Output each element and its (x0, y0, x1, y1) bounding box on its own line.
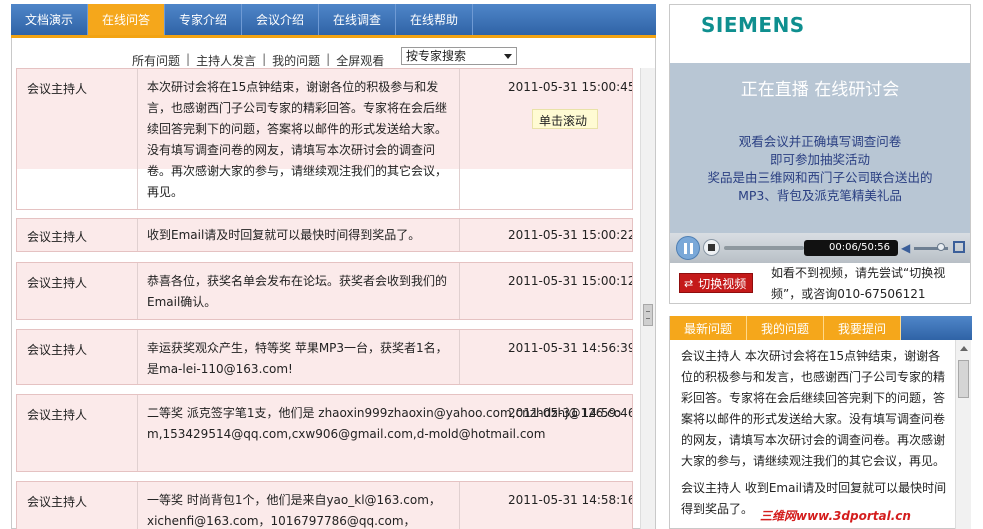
message-time: 2011-05-31 14:58:16 (508, 493, 633, 507)
tab-ask-question[interactable]: 我要提问 (824, 316, 901, 340)
message-text: 收到Email请及时回复就可以最快时间得到奖品了。 (147, 228, 421, 242)
message-row: 会议主持人 收到Email请及时回复就可以最快时间得到奖品了。 2011-05-… (16, 218, 633, 252)
fullscreen-icon[interactable] (953, 241, 965, 253)
tab-online-help[interactable]: 在线帮助 (396, 4, 473, 35)
question-tab-bar: 最新问题 我的问题 我要提问 (670, 316, 972, 340)
message-row: 会议主持人 幸运获奖观众产生，特等奖 苹果MP3一台，获奖者1名，是ma-lei… (16, 329, 633, 385)
message-text: 本次研讨会将在15点钟结束，谢谢各位的积极参与和发言，也感谢西门子公司专家的精彩… (147, 80, 448, 199)
filter-separator: | (262, 52, 267, 66)
live-title: 正在直播 在线研讨会 (740, 80, 900, 100)
message-time: 2011-05-31 14:59:46 (508, 406, 633, 420)
filter-my-questions[interactable]: 我的问题 (272, 52, 320, 69)
message-author: 会议主持人 (27, 230, 88, 244)
message-list: 会议主持人 本次研讨会将在15点钟结束，谢谢各位的积极参与和发言，也感谢西门子公… (12, 68, 640, 529)
message-text: 恭喜各位，获奖名单会发布在论坛。获奖者会收到我们的Email确认。 (147, 274, 448, 309)
latest-questions-panel: 最新问题 我的问题 我要提问 会议主持人 本次研讨会将在15点钟结束，谢谢各位的… (669, 316, 972, 529)
scrollbar-thumb[interactable] (643, 304, 653, 326)
tab-doc-demo[interactable]: 文档演示 (11, 4, 88, 35)
video-screen[interactable]: 正在直播 在线研讨会 观看会议并正确填写调查问卷 即可参加抽奖活动 奖品是由三维… (670, 63, 970, 233)
main-tab-bar: 文档演示 在线问答 专家介绍 会议介绍 在线调查 在线帮助 (11, 4, 656, 38)
message-time: 2011-05-31 15:00:22 (508, 228, 633, 242)
filter-bar: 所有问题 | 主持人发言 | 我的问题 | 全屏观看 按专家搜索 (12, 38, 655, 68)
message-author: 会议主持人 (27, 82, 88, 96)
message-row: 会议主持人 二等奖 派克签字笔1支，他们是 zhaoxin999zhaoxin@… (16, 394, 633, 472)
latest-question-item: 会议主持人 本次研讨会将在15点钟结束，谢谢各位的积极参与和发言，也感谢西门子公… (681, 349, 946, 468)
filter-links: 所有问题 | 主持人发言 | 我的问题 | 全屏观看 (132, 52, 384, 69)
message-author: 会议主持人 (27, 276, 88, 290)
message-author: 会议主持人 (27, 495, 88, 509)
message-row: 会议主持人 恭喜各位，获奖名单会发布在论坛。获奖者会收到我们的Email确认。 … (16, 262, 633, 320)
filter-all-questions[interactable]: 所有问题 (132, 52, 180, 69)
volume-knob[interactable] (937, 243, 945, 251)
tab-meeting-intro[interactable]: 会议介绍 (242, 4, 319, 35)
filter-fullscreen[interactable]: 全屏观看 (336, 52, 384, 69)
message-text: 一等奖 时尚背包1个，他们是来自yao_kl@163.com，xichenfi@… (147, 493, 441, 528)
message-author: 会议主持人 (27, 343, 88, 357)
desc-line: 即可参加抽奖活动 (769, 152, 870, 167)
message-row: 会议主持人 一等奖 时尚背包1个，他们是来自yao_kl@163.com，xic… (16, 481, 633, 529)
time-display: 00:06/50:56 (804, 240, 898, 256)
tab-my-questions[interactable]: 我的问题 (747, 316, 824, 340)
tab-online-survey[interactable]: 在线调查 (319, 4, 396, 35)
switch-video-button[interactable]: ⇄ 切换视频 (679, 273, 753, 293)
pause-icon[interactable] (676, 236, 700, 260)
tab-latest-questions[interactable]: 最新问题 (670, 316, 747, 340)
desc-line: 奖品是由三维网和西门子公司联合送出的 (707, 170, 933, 185)
filter-separator: | (186, 52, 191, 66)
latest-questions-scrollbar[interactable] (955, 340, 971, 529)
site-watermark: 三维网www.3dportal.cn (760, 509, 911, 523)
message-time: 2011-05-31 15:00:12 (508, 274, 633, 288)
switch-icon: ⇄ (684, 276, 694, 290)
message-time: 2011-05-31 15:00:45 (508, 80, 633, 94)
tab-online-qa[interactable]: 在线问答 (88, 4, 165, 35)
qa-panel: 所有问题 | 主持人发言 | 我的问题 | 全屏观看 按专家搜索 会议主持人 本… (11, 38, 656, 529)
message-time: 2011-05-31 14:56:39 (508, 341, 633, 355)
scroll-up-icon[interactable] (960, 346, 968, 351)
seek-bar[interactable] (724, 246, 804, 250)
siemens-logo: SIEMENS (701, 13, 805, 37)
scroll-tip-button[interactable]: 单击滚动 (532, 109, 598, 129)
scrollbar-thumb[interactable] (958, 360, 969, 398)
filter-separator: | (326, 52, 331, 66)
chevron-down-icon (504, 54, 512, 59)
expert-search-value: 按专家搜索 (406, 49, 467, 63)
brand-header: SIEMENS (670, 5, 970, 63)
desc-line: 观看会议并正确填写调查问卷 (738, 134, 902, 149)
switch-video-label: 切换视频 (698, 276, 747, 291)
message-text: 幸运获奖观众产生，特等奖 苹果MP3一台，获奖者1名，是ma-lei-110@1… (147, 341, 448, 376)
filter-host-speech[interactable]: 主持人发言 (196, 52, 256, 69)
tab-experts[interactable]: 专家介绍 (165, 4, 242, 35)
latest-questions-list: 会议主持人 本次研讨会将在15点钟结束，谢谢各位的积极参与和发言，也感谢西门子公… (670, 340, 955, 529)
stop-icon[interactable] (703, 239, 720, 256)
video-description: 观看会议并正确填写调查问卷 即可参加抽奖活动 奖品是由三维网和西门子公司联合送出… (670, 133, 970, 205)
message-scrollbar[interactable] (640, 68, 655, 529)
expert-search-select[interactable]: 按专家搜索 (401, 47, 517, 65)
message-row: 会议主持人 本次研讨会将在15点钟结束，谢谢各位的积极参与和发言，也感谢西门子公… (16, 68, 633, 210)
video-player: SIEMENS 正在直播 在线研讨会 观看会议并正确填写调查问卷 即可参加抽奖活… (669, 4, 971, 304)
volume-icon[interactable]: ◀ (901, 241, 910, 255)
switch-help-text: 如看不到视频，请先尝试“切换视频”，或咨询010-67506121 (771, 266, 946, 301)
desc-line: MP3、背包及派克笔精美礼品 (738, 188, 902, 203)
message-author: 会议主持人 (27, 408, 88, 422)
player-controls: 00:06/50:56 ◀ (670, 233, 970, 263)
